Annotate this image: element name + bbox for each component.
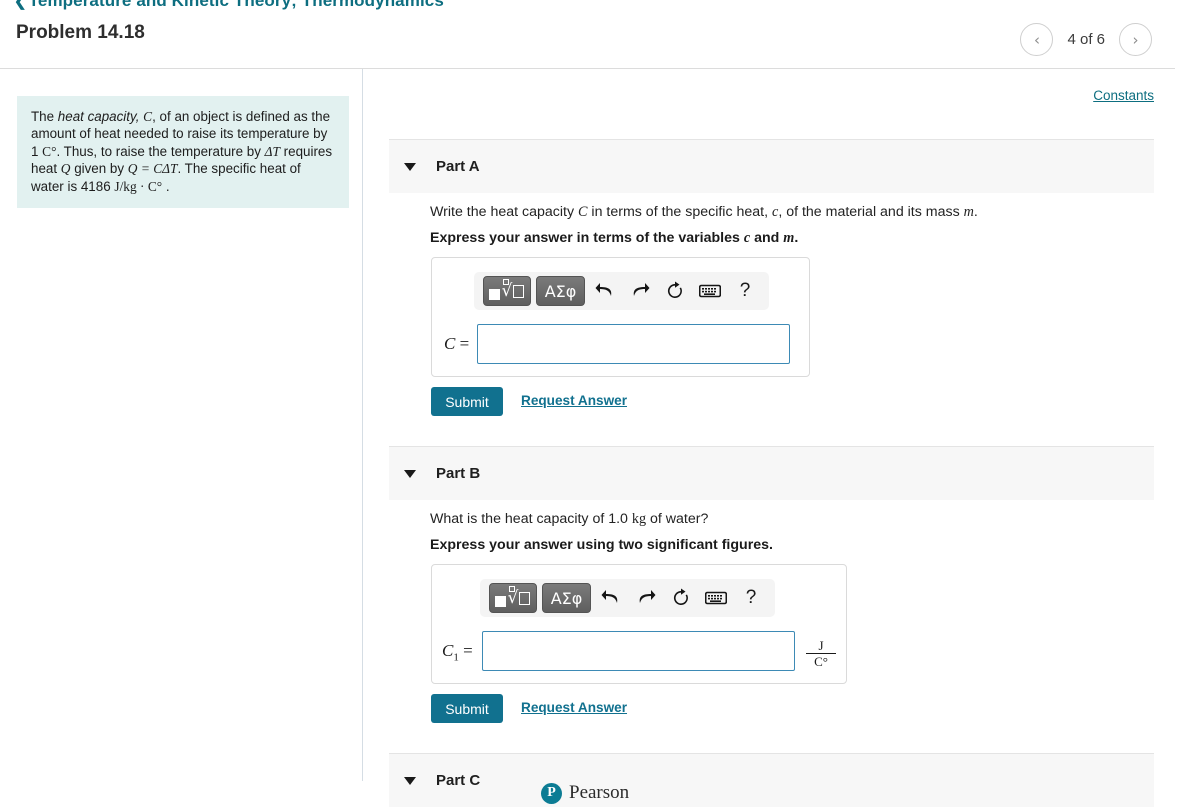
statement-text-1: The <box>31 109 58 124</box>
answer-label-b-symbol: C <box>442 641 454 660</box>
math-toolbar-a: √ ΑΣφ ? <box>474 272 769 310</box>
question-text-b: What is the heat capacity of 1.0 kg of w… <box>430 511 708 528</box>
part-label-b: Part B <box>436 465 481 482</box>
reset-circular-arrow-icon[interactable] <box>666 583 696 613</box>
statement-math-Cdeg: C° <box>42 143 57 159</box>
submit-button-a[interactable]: Submit <box>431 387 503 416</box>
question-a-prefix: Write the heat capacity <box>430 204 578 220</box>
breadcrumb[interactable]: ❮ Temperature and Kinetic Theory; Thermod… <box>14 0 444 11</box>
greek-symbols-button[interactable]: ΑΣφ <box>536 276 585 306</box>
answer-widget-b: √ ΑΣφ ? C1 = J C° <box>431 564 847 684</box>
question-b-mid: of water? <box>646 511 709 527</box>
square-root-template-icon[interactable]: √ <box>489 583 537 613</box>
math-toolbar-b: √ ΑΣφ ? <box>480 579 775 617</box>
chevron-left-icon: ❮ <box>14 0 27 10</box>
filled-square-glyph <box>494 595 506 607</box>
reset-circular-arrow-icon[interactable] <box>660 276 690 306</box>
redo-arrow-icon[interactable] <box>625 276 655 306</box>
answer-label-b-subscript: 1 <box>453 651 459 664</box>
breadcrumb-label: Temperature and Kinetic Theory; Thermody… <box>28 0 444 10</box>
answer-label-a: C = <box>444 334 469 354</box>
statement-math-equation: Q = CΔT <box>127 161 178 177</box>
answer-input-a[interactable] <box>477 324 790 364</box>
statement-text-7: . <box>162 178 170 194</box>
answer-label-b-equals: = <box>463 641 473 660</box>
question-text-a: Write the heat capacity C in terms of th… <box>430 204 978 221</box>
part-label-a: Part A <box>436 158 480 175</box>
caret-down-icon[interactable] <box>404 162 416 171</box>
help-button[interactable]: ? <box>736 583 766 613</box>
answer-unit-b: J C° <box>806 639 836 668</box>
instruction-a-math2: m <box>783 230 795 246</box>
question-a-mid: in terms of the specific heat, <box>587 204 772 220</box>
greek-symbols-button[interactable]: ΑΣφ <box>542 583 591 613</box>
part-header-c[interactable]: Part C <box>389 753 1154 807</box>
prev-problem-button[interactable]: ‹ <box>1020 23 1054 56</box>
problem-statement: The heat capacity, C, of an object is de… <box>17 96 349 209</box>
redo-arrow-icon[interactable] <box>631 583 661 613</box>
statement-emphasis: heat capacity, <box>57 109 140 124</box>
instruction-a: Express your answer in terms of the vari… <box>430 230 798 247</box>
undo-arrow-icon[interactable] <box>596 583 626 613</box>
help-button[interactable]: ? <box>730 276 760 306</box>
problem-pager: ‹ 4 of 6 › <box>1020 23 1152 56</box>
undo-arrow-icon[interactable] <box>590 276 620 306</box>
statement-text-5: given by <box>70 161 128 177</box>
request-answer-link-b[interactable]: Request Answer <box>521 700 627 715</box>
constants-link[interactable]: Constants <box>1093 88 1154 103</box>
square-root-template-icon[interactable]: √ <box>483 276 531 306</box>
next-problem-button[interactable]: › <box>1119 23 1152 56</box>
answer-widget-a: √ ΑΣφ ? C = <box>431 257 810 377</box>
unit-numerator-b: J <box>818 638 824 653</box>
question-a-math3: m <box>963 204 974 220</box>
nth-root-glyph: √ <box>502 279 526 302</box>
keyboard-icon[interactable] <box>701 583 731 613</box>
instruction-a-prefix: Express your answer in terms of the vari… <box>430 230 744 246</box>
statement-math-units: J/kg · C° <box>114 178 163 194</box>
instruction-a-mid: and <box>750 230 784 246</box>
pearson-mark-icon: P <box>541 782 562 804</box>
question-a-suffix: . <box>973 204 978 220</box>
answer-label-a-symbol: C <box>444 334 456 353</box>
keyboard-icon[interactable] <box>695 276 725 306</box>
instruction-b-prefix: Express your answer using two significan… <box>430 537 773 553</box>
part-header-b[interactable]: Part B <box>389 446 1154 500</box>
pearson-wordmark: Pearson <box>569 782 630 803</box>
caret-down-icon[interactable] <box>404 776 416 785</box>
part-header-a[interactable]: Part A <box>389 139 1154 193</box>
answer-input-b[interactable] <box>482 631 795 671</box>
constants-wrap: Constants <box>1093 87 1154 105</box>
instruction-a-suffix: . <box>794 230 799 246</box>
pager-label: 4 of 6 <box>1067 31 1105 48</box>
page-title: Problem 14.18 <box>16 22 145 43</box>
answer-label-a-equals: = <box>459 334 470 353</box>
question-b-prefix: What is the heat capacity of 1.0 <box>430 511 632 527</box>
filled-square-glyph <box>488 288 500 300</box>
caret-down-icon[interactable] <box>404 469 416 478</box>
part-label-c: Part C <box>436 772 481 789</box>
unit-denominator-b: C° <box>806 652 836 669</box>
answer-panel: Constants Part A Write the heat capacity… <box>363 69 1200 807</box>
question-b-math1: kg <box>631 511 647 527</box>
statement-math-deltaT: ΔT <box>264 143 280 159</box>
nth-root-glyph: √ <box>508 586 532 609</box>
title-bar: Problem 14.18 ‹ 4 of 6 › <box>0 14 1200 68</box>
submit-button-b[interactable]: Submit <box>431 694 503 723</box>
statement-text-3: . Thus, to raise the temperature by <box>56 143 265 159</box>
statement-math-C: C <box>143 109 153 124</box>
pearson-logo: P Pearson <box>541 782 629 804</box>
question-a-mid2: , of the material and its mass <box>778 204 964 220</box>
answer-label-b: C1 = <box>442 641 473 663</box>
problem-sidebar: The heat capacity, C, of an object is de… <box>0 69 362 781</box>
request-answer-link-a[interactable]: Request Answer <box>521 393 627 408</box>
instruction-b: Express your answer using two significan… <box>430 537 773 553</box>
